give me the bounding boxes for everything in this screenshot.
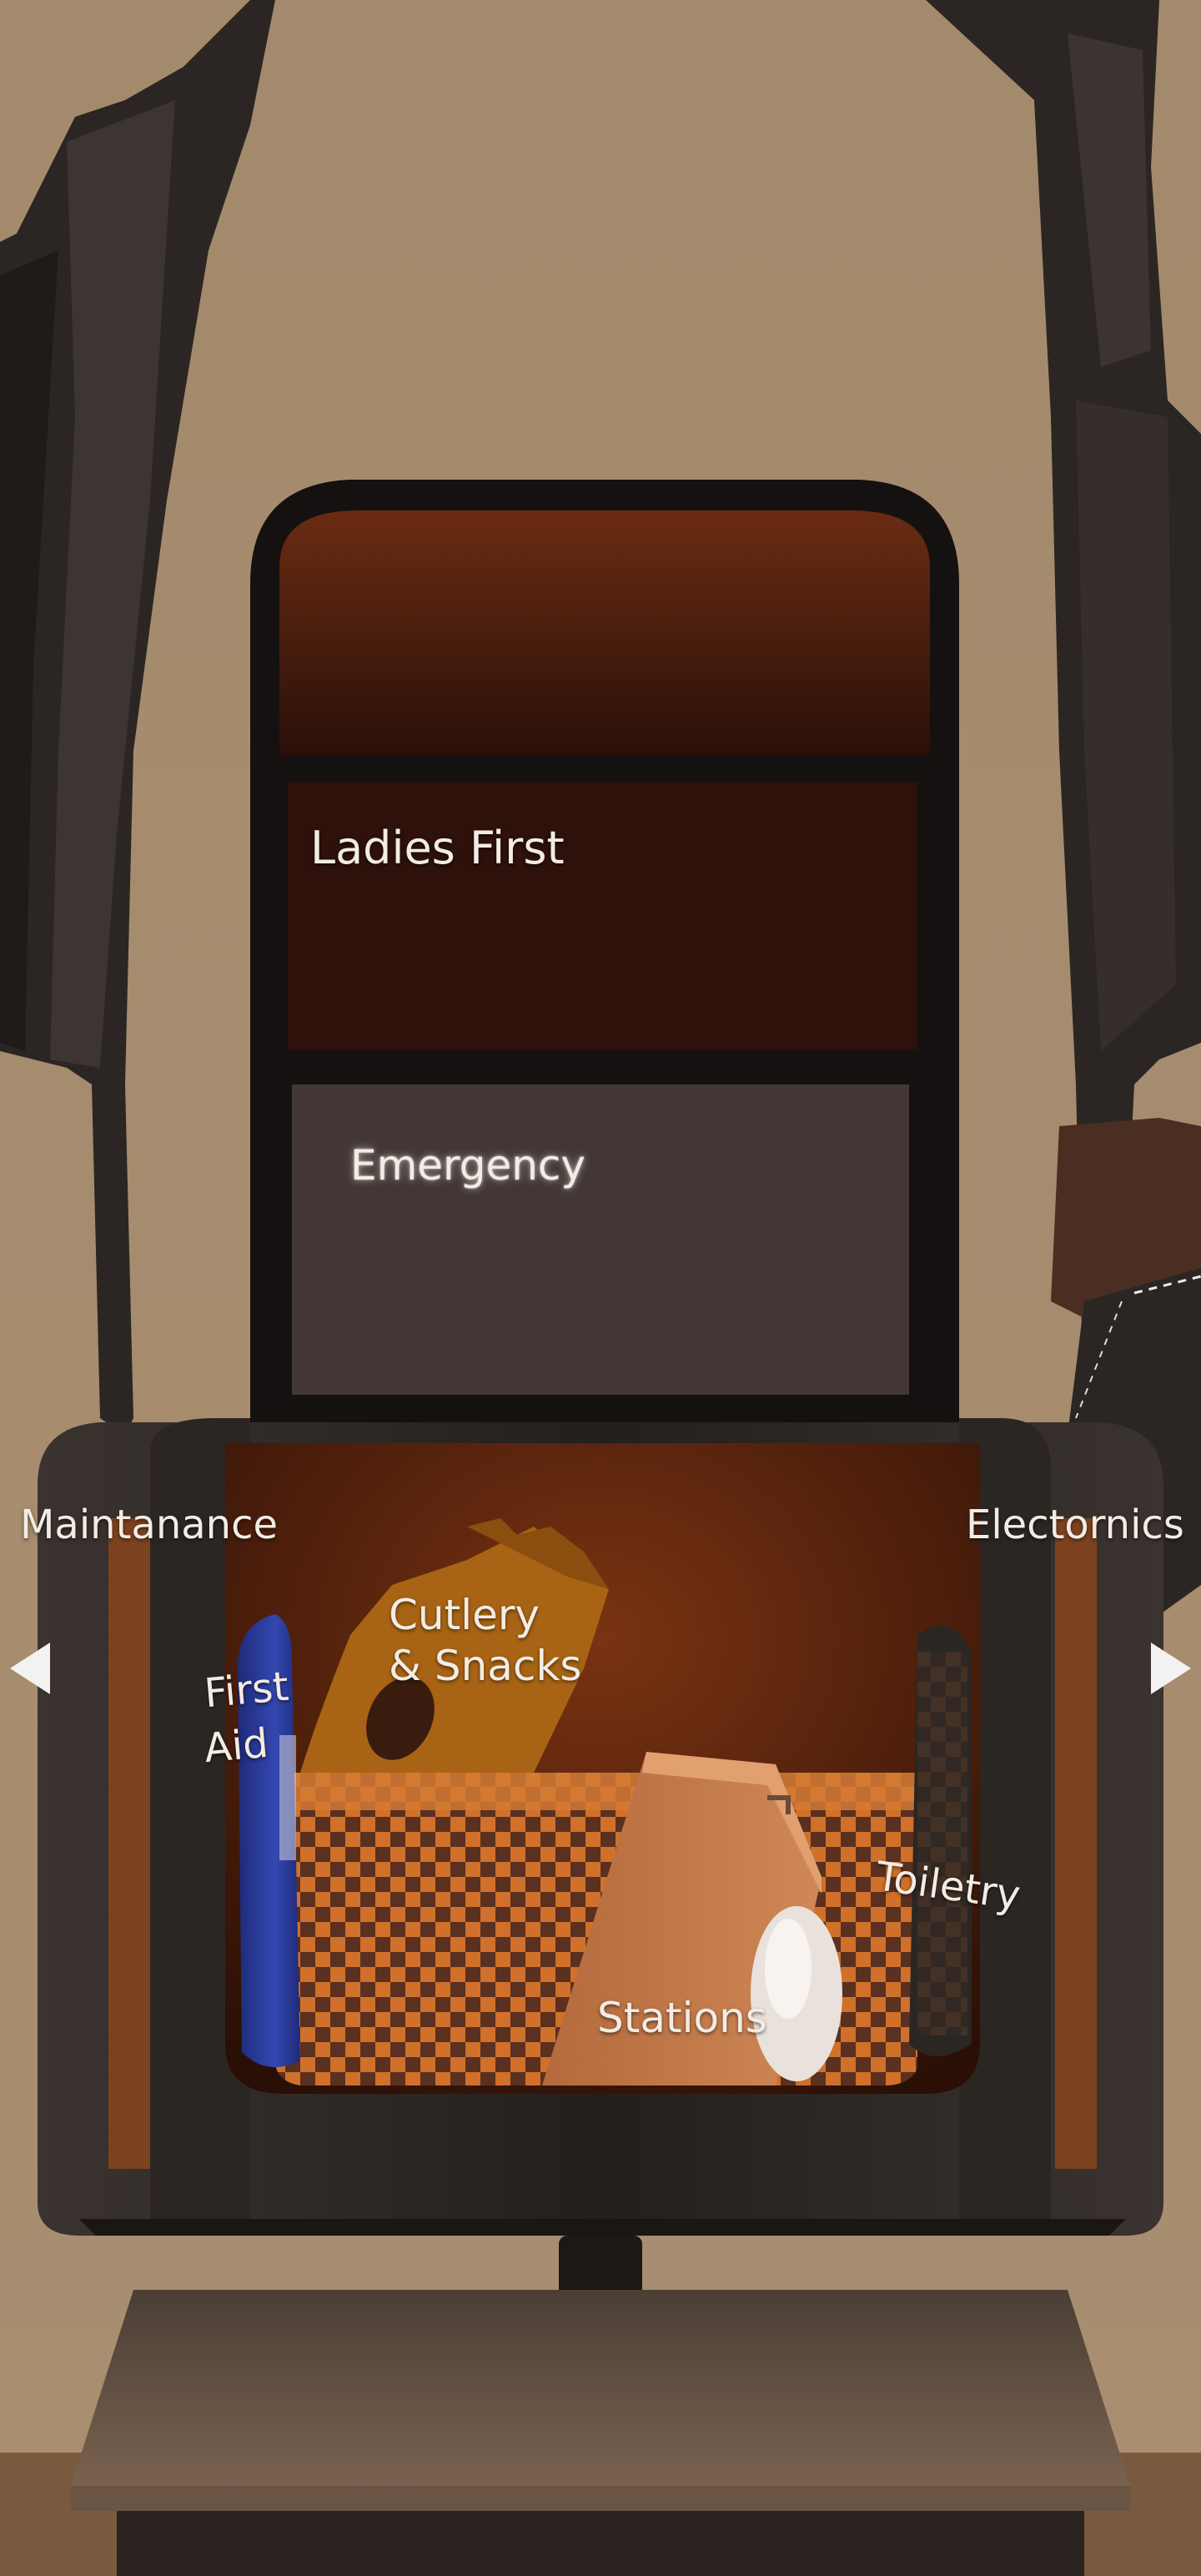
label-cutlery-line2[interactable]: & Snacks xyxy=(389,1642,581,1690)
label-stations[interactable]: Stations xyxy=(597,1994,767,2042)
label-first-aid-line1[interactable]: First xyxy=(203,1663,291,1718)
triangle-right-icon[interactable] xyxy=(1144,1639,1194,1698)
stand-base xyxy=(71,2290,1130,2486)
label-cutlery-line1[interactable]: Cutlery xyxy=(389,1591,540,1639)
label-electornics[interactable]: Electornics xyxy=(966,1502,1184,1548)
label-first-aid-line2[interactable]: Aid xyxy=(203,1720,270,1772)
case-scene xyxy=(0,0,1201,2576)
triangle-left-icon[interactable] xyxy=(7,1639,57,1698)
label-emergency[interactable]: Emergency xyxy=(350,1141,585,1190)
label-ladies-first[interactable]: Ladies First xyxy=(310,822,565,874)
lid-top-panel xyxy=(279,511,930,755)
emergency-panel xyxy=(292,1084,909,1395)
label-maintanance[interactable]: Maintanance xyxy=(20,1502,278,1548)
